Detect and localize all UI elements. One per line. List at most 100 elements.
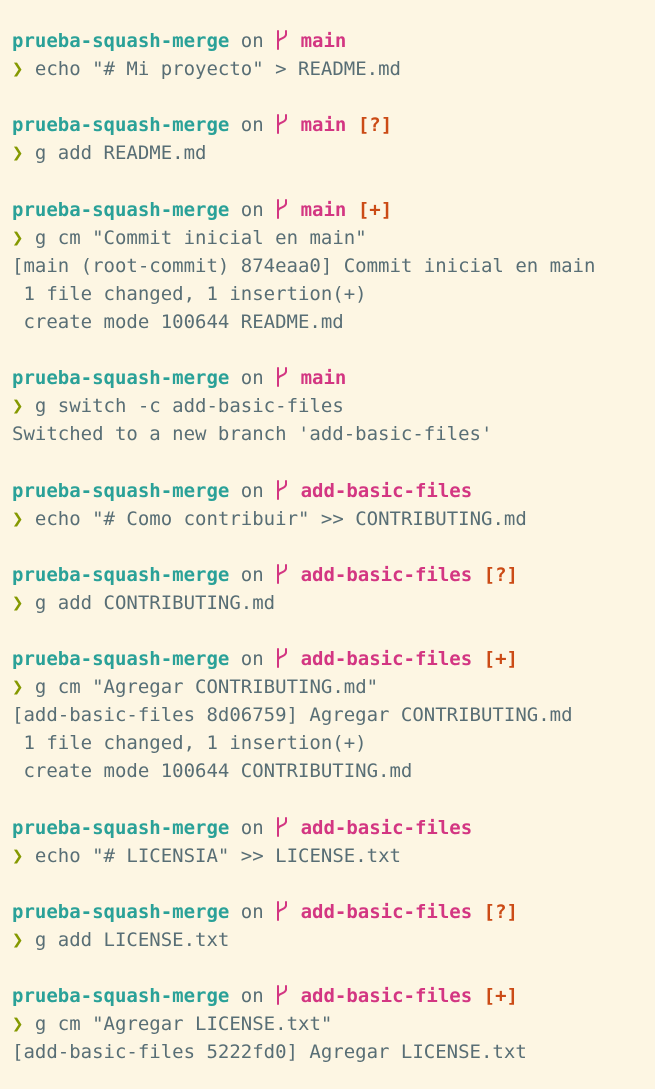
- prompt-header-line: prueba-squash-merge on main: [12, 27, 655, 55]
- on-label: on: [240, 985, 264, 1008]
- output-line: create mode 100644 CONTRIBUTING.md: [12, 760, 413, 783]
- command-text[interactable]: g add README.md: [35, 142, 207, 164]
- branch-name: add-basic-files: [300, 900, 473, 923]
- prompt-header-line: prueba-squash-merge on add-basic-files: [12, 814, 655, 842]
- on-label: on: [240, 816, 264, 839]
- directory-name: prueba-squash-merge: [12, 479, 230, 502]
- command-line[interactable]: ❯ echo "# Como contribuir" >> CONTRIBUTI…: [12, 505, 655, 533]
- git-status-indicator: [?]: [483, 900, 518, 923]
- on-label: on: [240, 198, 264, 221]
- output-line: [add-basic-files 5222fd0] Agregar LICENS…: [12, 1041, 527, 1064]
- on-label: on: [240, 367, 264, 390]
- directory-name: prueba-squash-merge: [12, 816, 230, 839]
- git-branch-icon: [275, 30, 289, 50]
- output-line: Switched to a new branch 'add-basic-file…: [12, 423, 493, 446]
- prompt-header-line: prueba-squash-merge on main: [12, 364, 655, 392]
- prompt-chevron: ❯: [12, 58, 24, 81]
- git-branch-icon: [275, 114, 289, 135]
- command-line[interactable]: ❯ g cm "Agregar CONTRIBUTING.md": [12, 673, 655, 701]
- command-text[interactable]: g add CONTRIBUTING.md: [35, 592, 275, 614]
- command-line[interactable]: ❯ g add CONTRIBUTING.md: [12, 589, 655, 617]
- branch-name: main: [300, 198, 347, 221]
- command-text[interactable]: g add LICENSE.txt: [35, 929, 229, 951]
- git-status-indicator: [+]: [483, 648, 518, 671]
- branch-name: add-basic-files: [300, 648, 473, 671]
- output-line: [main (root-commit) 874eaa0] Commit inic…: [12, 254, 596, 277]
- command-line[interactable]: ❯ g cm "Commit inicial en main": [12, 224, 655, 252]
- command-text[interactable]: echo "# Como contribuir" >> CONTRIBUTING…: [35, 508, 527, 530]
- prompt-chevron: ❯: [12, 591, 24, 614]
- directory-name: prueba-squash-merge: [12, 900, 230, 923]
- directory-name: prueba-squash-merge: [12, 648, 230, 671]
- prompt-header-line: prueba-squash-merge on add-basic-files […: [12, 898, 655, 926]
- output-line: 1 file changed, 1 insertion(+): [12, 732, 367, 755]
- branch-name: main: [300, 367, 347, 390]
- git-branch-icon: [275, 367, 289, 388]
- git-branch-icon: [275, 900, 289, 921]
- prompt-chevron: ❯: [12, 844, 24, 867]
- prompt-header-line: prueba-squash-merge on main [+]: [12, 196, 655, 224]
- git-branch-icon: [275, 198, 289, 219]
- on-label: on: [240, 900, 264, 923]
- directory-name: prueba-squash-merge: [12, 985, 230, 1008]
- branch-name: add-basic-files: [300, 479, 473, 502]
- prompt-chevron: ❯: [12, 1013, 24, 1036]
- terminal-window[interactable]: prueba-squash-merge on main ❯ echo "# Mi …: [0, 0, 655, 1089]
- command-line[interactable]: ❯ g cm "Agregar LICENSE.txt": [12, 1010, 655, 1038]
- prompt-header-line: prueba-squash-merge on add-basic-files […: [12, 561, 655, 589]
- output-line: create mode 100644 README.md: [12, 310, 344, 333]
- output-line: [add-basic-files 8d06759] Agregar CONTRI…: [12, 704, 573, 727]
- git-branch-icon: [275, 648, 289, 669]
- on-label: on: [240, 114, 264, 137]
- directory-name: prueba-squash-merge: [12, 198, 230, 221]
- branch-name: add-basic-files: [300, 816, 473, 839]
- prompt-chevron: ❯: [12, 142, 24, 165]
- git-status-indicator: [+]: [483, 985, 518, 1008]
- prompt-chevron: ❯: [12, 929, 24, 951]
- prompt-chevron: ❯: [12, 507, 24, 530]
- output-line: 1 file changed, 1 insertion(+): [12, 282, 367, 305]
- git-status-indicator: [?]: [483, 563, 518, 586]
- git-status-indicator: [+]: [357, 198, 393, 221]
- command-text[interactable]: g cm "Agregar CONTRIBUTING.md": [35, 676, 378, 698]
- prompt-header-line: prueba-squash-merge on main [?]: [12, 111, 655, 139]
- git-branch-icon: [275, 985, 289, 1006]
- on-label: on: [240, 479, 264, 502]
- on-label: on: [240, 30, 264, 52]
- command-text[interactable]: g switch -c add-basic-files: [35, 395, 344, 417]
- branch-name: main: [300, 30, 347, 52]
- branch-name: main: [300, 114, 347, 137]
- branch-name: add-basic-files: [300, 563, 473, 586]
- git-branch-icon: [275, 563, 289, 584]
- command-text[interactable]: g cm "Agregar LICENSE.txt": [35, 1013, 332, 1035]
- prompt-header-line: prueba-squash-merge on add-basic-files […: [12, 982, 655, 1010]
- command-text[interactable]: g cm "Commit inicial en main": [35, 227, 367, 249]
- command-line[interactable]: ❯ g add README.md: [12, 139, 655, 167]
- prompt-chevron: ❯: [12, 395, 24, 418]
- command-line[interactable]: ❯ echo "# Mi proyecto" > README.md: [12, 55, 655, 83]
- command-line[interactable]: ❯ g switch -c add-basic-files: [12, 392, 655, 420]
- command-text[interactable]: echo "# Mi proyecto" > README.md: [35, 58, 401, 80]
- git-branch-icon: [275, 816, 289, 837]
- directory-name: prueba-squash-merge: [12, 563, 230, 586]
- command-text[interactable]: echo "# LICENSIA" >> LICENSE.txt: [35, 845, 401, 867]
- directory-name: prueba-squash-merge: [12, 30, 230, 52]
- directory-name: prueba-squash-merge: [12, 114, 230, 137]
- on-label: on: [240, 563, 264, 586]
- command-line[interactable]: ❯ echo "# LICENSIA" >> LICENSE.txt: [12, 842, 655, 870]
- prompt-header-line: prueba-squash-merge on add-basic-files […: [12, 645, 655, 673]
- prompt-chevron: ❯: [12, 226, 24, 249]
- directory-name: prueba-squash-merge: [12, 367, 230, 390]
- command-line[interactable]: ❯ g add LICENSE.txt: [12, 926, 655, 954]
- prompt-chevron: ❯: [12, 676, 24, 699]
- git-status-indicator: [?]: [357, 114, 393, 137]
- on-label: on: [240, 648, 264, 671]
